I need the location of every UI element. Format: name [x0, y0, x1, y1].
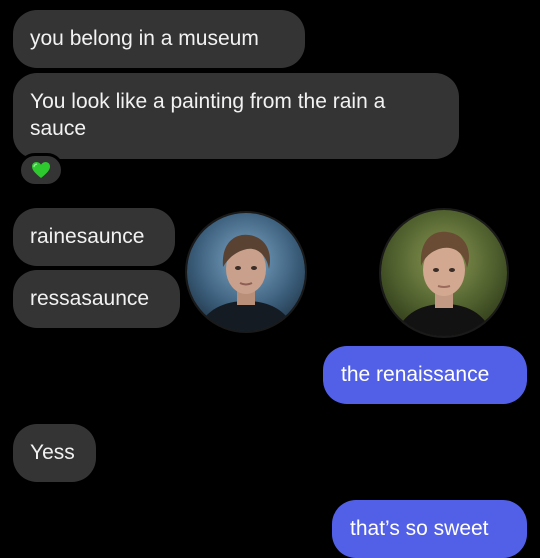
message-sent[interactable]: that’s so sweet	[332, 500, 527, 558]
contact-avatar[interactable]	[185, 211, 307, 333]
message-text: the renaissance	[341, 363, 490, 386]
contact-avatar[interactable]	[379, 208, 509, 338]
message-text: that’s so sweet	[350, 517, 489, 540]
message-text-line: You look like a painting from the rain a	[30, 90, 386, 113]
message-received[interactable]: you belong in a museum	[13, 10, 305, 68]
message-received[interactable]: You look like a painting from the rain a…	[13, 73, 459, 159]
message-text: ressasaunce	[30, 287, 150, 310]
message-sent[interactable]: the renaissance	[323, 346, 527, 404]
avatar-image	[187, 213, 305, 331]
reaction-badge[interactable]	[18, 153, 64, 187]
avatar-image	[381, 210, 507, 336]
message-text: Yess	[30, 441, 75, 464]
message-text-line: sauce	[30, 117, 87, 140]
message-received[interactable]: rainesaunce	[13, 208, 175, 266]
message-received[interactable]: Yess	[13, 424, 96, 482]
message-text: rainesaunce	[30, 225, 145, 248]
message-text: you belong in a museum	[30, 27, 259, 50]
message-received[interactable]: ressasaunce	[13, 270, 180, 328]
green-heart-icon	[32, 162, 50, 178]
